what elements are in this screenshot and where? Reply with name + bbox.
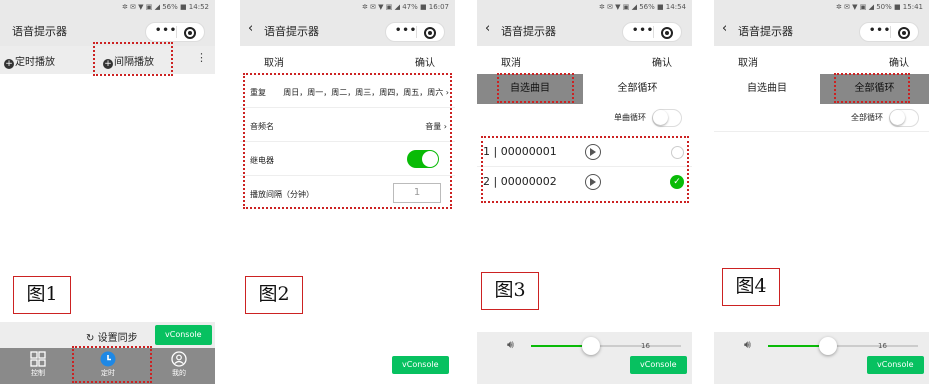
capsule-divider (653, 26, 654, 38)
page-title: 语音提示器 (738, 25, 793, 38)
sync-label: 设置同步 (97, 333, 138, 344)
speaker-icon: 🔊︎ (744, 338, 751, 351)
refresh-icon: ↻ (86, 333, 95, 344)
tab-loop-all[interactable]: 全部循环 (583, 74, 692, 104)
status-bar: ✲ ✉ ▼ ▣ ◢ 56% ■ 14:52 (0, 0, 215, 14)
page-title: 语音提示器 (501, 25, 556, 38)
confirm-button[interactable]: 确认 (652, 54, 672, 69)
tab-control[interactable]: 控制 (18, 351, 58, 378)
volume-panel: 🔊︎ 16 vConsole (477, 332, 692, 384)
highlight-box (834, 73, 910, 103)
tab-timer[interactable]: + 定时播放 (4, 53, 55, 69)
single-loop-label: 单曲循环 (614, 113, 646, 122)
sync-button[interactable]: ↻ 设置同步 (86, 329, 138, 344)
figure-label: 图4 (722, 268, 780, 306)
volume-track-empty (591, 345, 681, 347)
more-dots-icon[interactable]: ••• (395, 25, 417, 36)
status-bar: ✲ ✉ ▼ ▣ ◢ 47% ■ 16:07 (240, 0, 455, 14)
capsule-divider (416, 26, 417, 38)
mini-program-capsule[interactable]: ••• (859, 22, 919, 42)
tab-control-label: 控制 (31, 369, 45, 377)
status-bar: ✲ ✉ ▼ ▣ ◢ 56% ■ 14:54 (477, 0, 692, 14)
highlight-box (481, 136, 689, 203)
vconsole-button[interactable]: vConsole (392, 356, 449, 374)
close-circle-icon[interactable] (424, 27, 436, 39)
highlight-box (93, 42, 173, 76)
back-chevron-icon[interactable]: ‹ (722, 21, 727, 36)
all-loop-row: 全部循环 (714, 106, 929, 132)
all-loop-toggle[interactable] (889, 109, 919, 127)
panel-2: ✲ ✉ ▼ ▣ ◢ 47% ■ 16:07 ‹ 语音提示器 ••• 取消 确认 … (240, 0, 455, 384)
action-row: 取消 确认 (477, 46, 692, 74)
user-icon (171, 351, 187, 367)
highlight-box (243, 73, 452, 209)
plus-icon: + (4, 59, 14, 69)
close-circle-icon[interactable] (661, 27, 673, 39)
nav-bar: ‹ 语音提示器 ••• (477, 14, 692, 46)
status-bar: ✲ ✉ ▼ ▣ ◢ 50% ■ 15:41 (714, 0, 929, 14)
volume-slider-thumb[interactable] (819, 337, 837, 355)
tab-custom-tracks[interactable]: 自选曲目 (714, 74, 820, 104)
mini-program-capsule[interactable]: ••• (385, 22, 445, 42)
tab-profile-label: 我的 (172, 369, 186, 377)
figure-label: 图3 (481, 272, 539, 310)
panel-3: ✲ ✉ ▼ ▣ ◢ 56% ■ 14:54 ‹ 语音提示器 ••• 取消 确认 … (477, 0, 692, 384)
highlight-box (72, 346, 152, 383)
panel-1: ✲ ✉ ▼ ▣ ◢ 56% ■ 14:52 语音提示器 ••• + 定时播放 + 间… (0, 0, 215, 384)
close-circle-icon[interactable] (898, 27, 910, 39)
page-title: 语音提示器 (12, 25, 67, 38)
more-dots-icon[interactable]: ••• (632, 25, 654, 36)
nav-bar: ‹ 语音提示器 ••• (240, 14, 455, 46)
speaker-icon: 🔊︎ (507, 338, 514, 351)
vconsole-button[interactable]: vConsole (155, 325, 212, 345)
volume-value: 16 (878, 342, 887, 350)
action-row: 取消 确认 (714, 46, 929, 74)
close-circle-icon[interactable] (184, 27, 196, 39)
figure-label: 图1 (13, 276, 71, 314)
panel-4: ✲ ✉ ▼ ▣ ◢ 50% ■ 15:41 ‹ 语音提示器 ••• 取消 确认 … (714, 0, 929, 384)
volume-track-empty (828, 345, 918, 347)
action-row: 取消 确认 (240, 46, 455, 74)
back-chevron-icon[interactable]: ‹ (248, 21, 253, 36)
capsule-divider (176, 26, 177, 38)
cancel-button[interactable]: 取消 (738, 54, 758, 69)
more-vertical-icon[interactable]: ⋮ (196, 51, 207, 64)
cancel-button[interactable]: 取消 (501, 54, 521, 69)
single-loop-toggle[interactable] (652, 109, 682, 127)
mini-program-capsule[interactable]: ••• (145, 22, 205, 42)
all-loop-label: 全部循环 (851, 113, 883, 122)
single-loop-row: 单曲循环 (477, 106, 692, 132)
more-dots-icon[interactable]: ••• (869, 25, 891, 36)
more-dots-icon[interactable]: ••• (155, 25, 177, 36)
back-chevron-icon[interactable]: ‹ (485, 21, 490, 36)
vconsole-button[interactable]: vConsole (630, 356, 687, 374)
volume-value: 16 (641, 342, 650, 350)
highlight-box (497, 73, 574, 103)
vconsole-button[interactable]: vConsole (867, 356, 924, 374)
grid-icon (30, 351, 46, 367)
nav-bar: ‹ 语音提示器 ••• (714, 14, 929, 46)
tab-timer-label: 定时播放 (15, 57, 55, 68)
tab-profile[interactable]: 我的 (159, 351, 199, 378)
capsule-divider (890, 26, 891, 38)
page-title: 语音提示器 (264, 25, 319, 38)
sync-bar: ↻ 设置同步 vConsole (0, 322, 215, 348)
volume-panel: 🔊︎ 16 vConsole (714, 332, 929, 384)
figure-label: 图2 (245, 276, 303, 314)
volume-slider-thumb[interactable] (582, 337, 600, 355)
cancel-button[interactable]: 取消 (264, 54, 284, 69)
confirm-button[interactable]: 确认 (415, 54, 435, 69)
mini-program-capsule[interactable]: ••• (622, 22, 682, 42)
confirm-button[interactable]: 确认 (889, 54, 909, 69)
